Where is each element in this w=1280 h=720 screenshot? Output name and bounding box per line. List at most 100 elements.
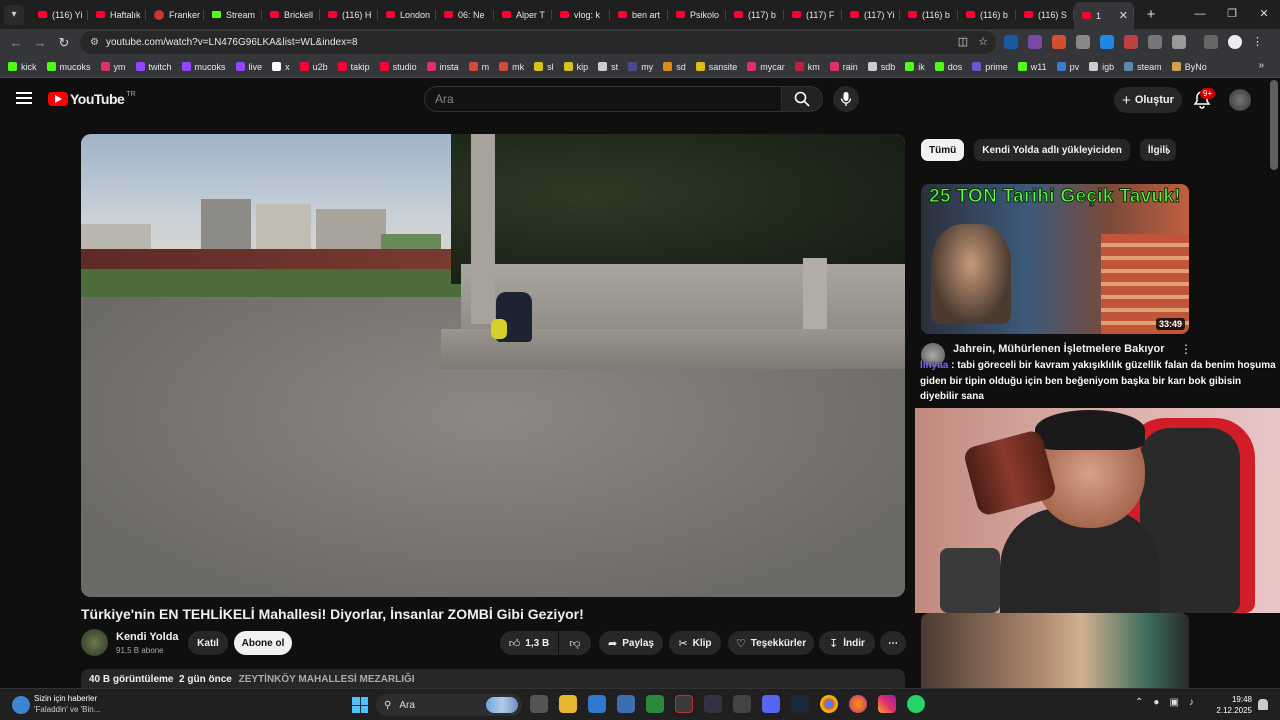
bookmark-item[interactable]: insta [426, 62, 459, 72]
app-icon[interactable] [733, 695, 751, 713]
back-button[interactable]: ← [4, 35, 28, 50]
bookmark-item[interactable]: studio [379, 62, 417, 72]
bookmark-item[interactable]: igb [1089, 62, 1114, 72]
browser-tab[interactable]: Franker [146, 4, 204, 26]
media-control-icon[interactable] [1204, 35, 1218, 49]
bookmark-item[interactable]: ByNo [1171, 62, 1207, 72]
settings-icon[interactable] [617, 695, 635, 713]
extension-icon[interactable] [1124, 35, 1138, 49]
bookmark-item[interactable]: pv [1056, 62, 1079, 72]
file-explorer-icon[interactable] [559, 695, 577, 713]
browser-tab[interactable]: (116) b [900, 4, 958, 26]
bookmark-item[interactable]: st [598, 62, 618, 72]
more-actions-button[interactable]: ⋯ [880, 631, 906, 655]
extension-icon[interactable] [1004, 35, 1018, 49]
chevron-right-icon[interactable]: › [1166, 142, 1171, 158]
browser-menu-icon[interactable]: ⋮ [1252, 35, 1266, 49]
browser-tab[interactable]: vlog: k [552, 4, 610, 26]
extension-icon[interactable] [1028, 35, 1042, 49]
start-button[interactable] [352, 697, 368, 713]
minimize-button[interactable]: — [1184, 0, 1216, 29]
like-button[interactable]: 👍︎ 1,3 B [500, 631, 558, 655]
discord-icon[interactable] [762, 695, 780, 713]
browser-tab[interactable]: (117) F [784, 4, 842, 26]
extension-icon[interactable] [1052, 35, 1066, 49]
extension-icon[interactable] [1100, 35, 1114, 49]
thanks-button[interactable]: ♡ Teşekkürler [728, 631, 814, 655]
tab-search-dropdown[interactable]: ▾ [4, 4, 24, 25]
browser-tab[interactable]: Alper T [494, 4, 552, 26]
create-button[interactable]: + Oluştur [1114, 87, 1182, 113]
bookmark-item[interactable]: kip [563, 62, 588, 72]
chrome-icon[interactable] [820, 695, 838, 713]
reload-button[interactable]: ↻ [52, 35, 76, 51]
recommended-video-thumbnail-2[interactable] [921, 613, 1189, 688]
account-avatar[interactable] [1229, 89, 1251, 111]
video-menu-icon[interactable]: ⋮ [1180, 342, 1192, 356]
address-bar[interactable]: ⚙ youtube.com/watch?v=LN476G96LKA&list=W… [80, 31, 996, 54]
subscribe-button[interactable]: Abone ol [234, 631, 292, 655]
guide-menu-icon[interactable] [16, 92, 32, 104]
news-widget-icon[interactable] [12, 696, 30, 714]
bookmark-item[interactable]: u2b [299, 62, 328, 72]
tray-expand-icon[interactable]: ⌃ [1135, 697, 1143, 708]
bookmark-item[interactable]: mucoks [181, 62, 226, 72]
dislike-button[interactable]: 👎︎ [559, 631, 591, 655]
bookmark-item[interactable]: m [468, 62, 489, 72]
bookmark-item[interactable]: mucoks [46, 62, 91, 72]
bookmark-item[interactable]: sl [534, 62, 554, 72]
browser-tab[interactable]: (117) Yi [842, 4, 900, 26]
instagram-icon[interactable] [878, 695, 896, 713]
bookmark-item[interactable]: twitch [135, 62, 172, 72]
gaming-app-icon[interactable] [646, 695, 664, 713]
browser-tab[interactable]: (116) S [1016, 4, 1074, 26]
location-tag[interactable]: ZEYTİNKÖY MAHALLESİ MEZARLIĞI [239, 674, 415, 685]
bookmark-item[interactable]: live [235, 62, 262, 72]
notification-center-icon[interactable] [1258, 699, 1268, 710]
puzzle-icon[interactable] [1172, 35, 1186, 49]
whatsapp-icon[interactable] [907, 695, 925, 713]
browser-tab[interactable]: Haftalık [88, 4, 146, 26]
browser-tab[interactable]: (116) b [958, 4, 1016, 26]
browser-tab[interactable]: London [378, 4, 436, 26]
bookmark-item[interactable]: sdb [867, 62, 895, 72]
extension-icon[interactable] [1148, 35, 1162, 49]
recommended-video-title[interactable]: Jahrein, Mühürlenen İşletmelere Bakıyor [953, 343, 1165, 355]
taskbar-search[interactable]: ⚲ Ara [376, 694, 522, 716]
bookmark-item[interactable]: w11 [1017, 62, 1047, 72]
browser-tab[interactable]: Psikolo [668, 4, 726, 26]
bookmark-item[interactable]: takip [337, 62, 370, 72]
site-info-icon[interactable]: ⚙ [90, 37, 99, 48]
bookmark-item[interactable]: mycar [747, 62, 785, 72]
close-window-button[interactable]: ✕ [1248, 0, 1280, 29]
bookmark-item[interactable]: ym [100, 62, 126, 72]
bookmark-item[interactable]: steam [1124, 62, 1162, 72]
browser-tab[interactable]: Stream [204, 4, 262, 26]
bookmark-star-icon[interactable]: ☆ [978, 35, 988, 48]
channel-avatar[interactable] [81, 629, 108, 656]
bookmark-item[interactable]: sd [663, 62, 686, 72]
task-view-icon[interactable] [530, 695, 548, 713]
filter-chip[interactable]: Kendi Yolda adlı yükleyiciden [974, 139, 1130, 161]
browser-tab[interactable]: 06: Ne [436, 4, 494, 26]
forward-button[interactable]: → [28, 35, 52, 50]
bookmark-item[interactable]: rain [829, 62, 858, 72]
share-button[interactable]: ➦ Paylaş [599, 631, 663, 655]
github-icon[interactable] [675, 695, 693, 713]
browser-tab[interactable]: (116) Yi [30, 4, 88, 26]
store-icon[interactable] [588, 695, 606, 713]
new-tab-button[interactable]: + [1140, 6, 1162, 23]
close-tab-icon[interactable]: ✕ [1119, 9, 1128, 22]
clip-button[interactable]: ✂ Klip [669, 631, 721, 655]
bookmark-item[interactable]: mk [499, 62, 524, 72]
channel-name[interactable]: Kendi Yolda [116, 631, 179, 643]
taskbar-clock[interactable]: 19:48 2.12.2025 [1214, 694, 1252, 716]
bookmark-item[interactable]: dos [934, 62, 962, 72]
voice-search-button[interactable] [833, 86, 859, 112]
volume-icon[interactable]: ♪ [1189, 697, 1194, 708]
join-button[interactable]: Katıl [188, 631, 228, 655]
bookmarks-overflow-icon[interactable]: » [1258, 60, 1264, 71]
page-scrollbar[interactable] [1270, 80, 1278, 170]
news-widget-title[interactable]: Sizin için haberler [34, 694, 97, 703]
bookmark-item[interactable]: my [628, 62, 653, 72]
